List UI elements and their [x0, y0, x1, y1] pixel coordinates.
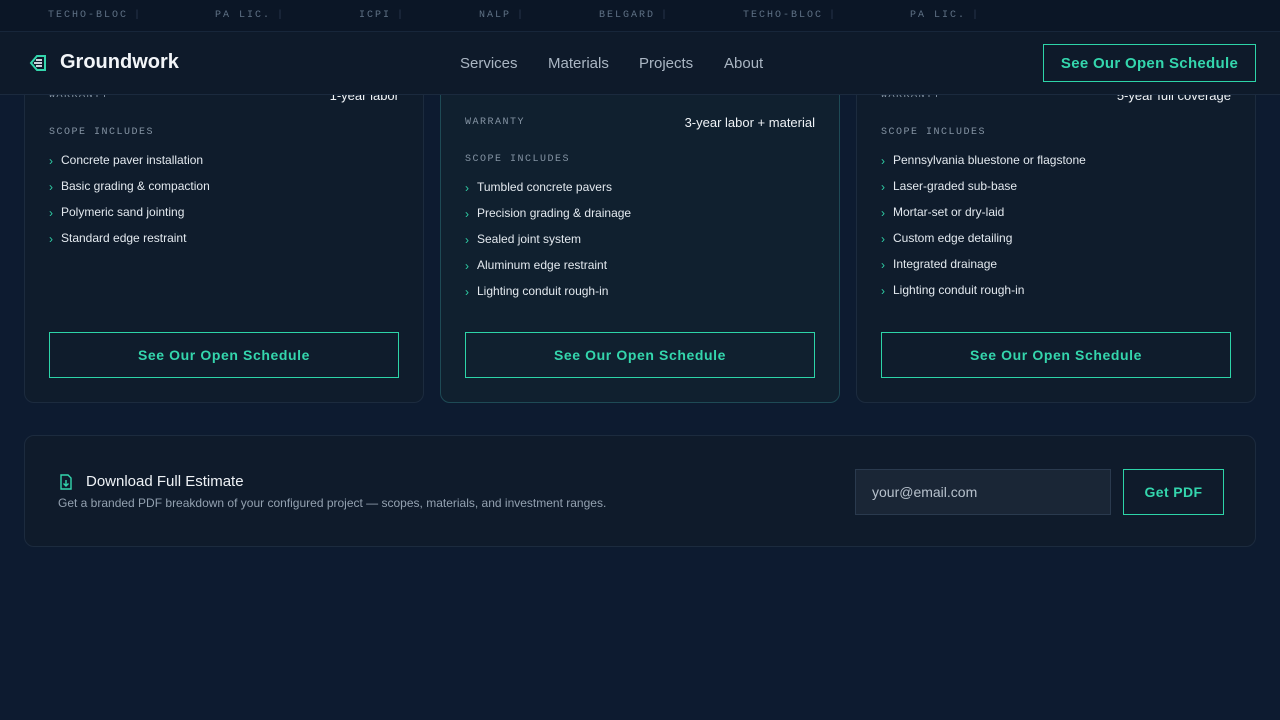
chevron-right-icon: › — [465, 233, 469, 247]
nav-projects[interactable]: Projects — [639, 55, 693, 72]
ticker-item: PA LIC. | — [910, 10, 981, 21]
header-schedule-button[interactable]: See Our Open Schedule — [1043, 44, 1256, 82]
ticker-item: PA LIC. | — [215, 10, 286, 21]
scope-label: SCOPE INCLUDES — [49, 127, 155, 138]
scope-item: › Mortar-set or dry-laid — [881, 205, 1005, 220]
chevron-right-icon: › — [881, 232, 885, 246]
scope-item: › Basic grading & compaction — [49, 179, 210, 194]
ticker-item: ICPI | — [359, 10, 406, 21]
nav-about[interactable]: About — [724, 55, 763, 72]
nav-materials[interactable]: Materials — [548, 55, 609, 72]
scope-item: › Integrated drainage — [881, 257, 998, 272]
chevron-right-icon: › — [49, 154, 53, 168]
scope-list: › Concrete paver installation › Basic grad… — [49, 147, 210, 251]
scope-item: › Custom edge detailing — [881, 231, 1013, 246]
chevron-right-icon: › — [49, 232, 53, 246]
ticker-item: TECHO-BLOC | — [743, 10, 838, 21]
chevron-right-icon: › — [465, 207, 469, 221]
scope-item: › Sealed joint system — [465, 232, 582, 247]
warranty-value: 3-year labor + material — [684, 115, 815, 130]
scope-label: SCOPE INCLUDES — [881, 127, 987, 138]
scope-label: SCOPE INCLUDES — [465, 154, 571, 165]
ticker-item: NALP | — [479, 10, 526, 21]
site-header: Groundwork Services Materials Projects A… — [0, 32, 1280, 95]
download-description: Get a branded PDF breakdown of your conf… — [58, 496, 607, 510]
card-schedule-button[interactable]: See Our Open Schedule — [49, 332, 399, 378]
download-title: Download Full Estimate — [86, 473, 244, 490]
scope-item: › Aluminum edge restraint — [465, 258, 608, 273]
scope-item: › Lighting conduit rough-in — [465, 284, 609, 299]
scope-item: › Precision grading & drainage — [465, 206, 632, 221]
scope-list: › Pennsylvania bluestone or flagstone › La… — [881, 147, 1086, 303]
scope-item: › Laser-graded sub-base — [881, 179, 1018, 194]
scope-item: › Polymeric sand jointing — [49, 205, 185, 220]
download-estimate-panel: Download Full Estimate Get a branded PDF… — [24, 435, 1256, 547]
chevron-right-icon: › — [49, 206, 53, 220]
ticker-item: TECHO-BLOC | — [48, 10, 143, 21]
scope-list: › Tumbled concrete pavers › Precision grad… — [465, 174, 631, 304]
brick-stack-icon[interactable] — [28, 53, 48, 73]
warranty-label: WARRANTY — [465, 117, 526, 128]
brand-name[interactable]: Groundwork — [60, 51, 179, 74]
chevron-right-icon: › — [881, 284, 885, 298]
nav-services[interactable]: Services — [460, 55, 518, 72]
scope-item: › Pennsylvania bluestone or flagstone — [881, 153, 1086, 168]
download-file-icon — [60, 474, 72, 490]
ticker-item: BELGARD | — [599, 10, 670, 21]
scope-item: › Tumbled concrete pavers — [465, 180, 612, 195]
chevron-right-icon: › — [881, 154, 885, 168]
card-schedule-button[interactable]: See Our Open Schedule — [465, 332, 815, 378]
email-input[interactable] — [855, 469, 1111, 515]
chevron-right-icon: › — [881, 206, 885, 220]
chevron-right-icon: › — [465, 181, 469, 195]
card-schedule-button[interactable]: See Our Open Schedule — [881, 332, 1231, 378]
chevron-right-icon: › — [881, 180, 885, 194]
chevron-right-icon: › — [465, 285, 469, 299]
scope-item: › Lighting conduit rough-in — [881, 283, 1025, 298]
scope-item: › Standard edge restraint — [49, 231, 187, 246]
get-pdf-button[interactable]: Get PDF — [1123, 469, 1224, 515]
credentials-ticker: TECHO-BLOC | PA LIC. | ICPI | NALP | BELGARD… — [0, 0, 1280, 32]
scope-item: › Concrete paver installation — [49, 153, 204, 168]
chevron-right-icon: › — [465, 259, 469, 273]
chevron-right-icon: › — [49, 180, 53, 194]
chevron-right-icon: › — [881, 258, 885, 272]
